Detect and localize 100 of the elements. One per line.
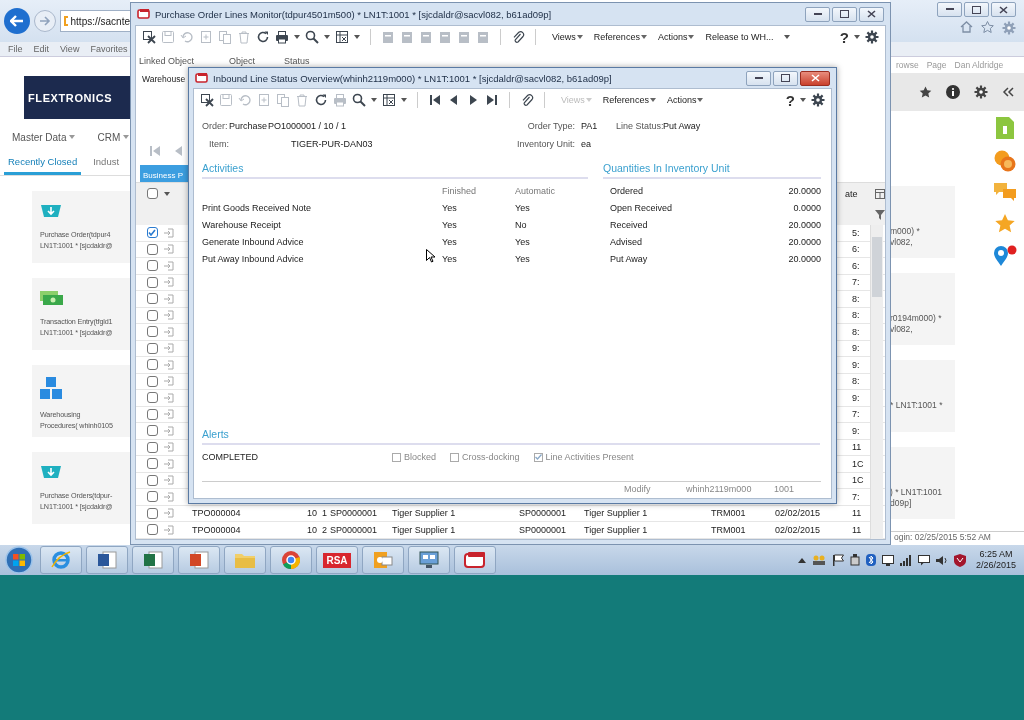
row-checkbox[interactable] [146, 260, 158, 272]
open-record-icon[interactable] [164, 343, 174, 354]
settings-icon[interactable] [811, 93, 825, 107]
row-checkbox[interactable] [146, 524, 158, 536]
open-record-icon[interactable] [164, 442, 174, 453]
bluetooth-icon[interactable] [865, 554, 876, 566]
row-checkbox[interactable] [146, 243, 158, 255]
scrollbar[interactable] [870, 225, 883, 539]
usb-icon[interactable] [849, 554, 860, 566]
row-checkbox[interactable] [146, 375, 158, 387]
recent-card[interactable]: r0194m000) * vl082, [890, 273, 955, 345]
help-button[interactable]: ? [839, 28, 849, 46]
exit-icon[interactable] [142, 30, 156, 44]
recent-card[interactable]: * LN1T:1001 * [890, 360, 955, 432]
info-icon[interactable] [946, 85, 960, 99]
open-record-icon[interactable] [164, 326, 174, 337]
recent-card[interactable]: m000) * vl082, [890, 186, 955, 258]
menu-button[interactable]: Actions [657, 32, 695, 42]
star-icon[interactable] [919, 86, 932, 98]
signal-icon[interactable] [899, 554, 912, 566]
monitor-icon[interactable] [419, 551, 439, 569]
row-checkbox[interactable] [146, 309, 158, 321]
first-record-icon[interactable] [428, 93, 442, 107]
close-button[interactable] [991, 2, 1016, 17]
open-record-icon[interactable] [164, 310, 174, 321]
export-icon[interactable] [335, 30, 349, 44]
browser-icon[interactable] [51, 550, 71, 570]
row-checkbox[interactable] [146, 276, 158, 288]
flag-icon[interactable] [831, 554, 844, 566]
row-checkbox[interactable] [146, 474, 158, 486]
menu-button[interactable]: Actions [666, 95, 704, 105]
tab[interactable]: Recently Closed [4, 153, 82, 175]
menu-button[interactable]: References [602, 95, 656, 105]
clock[interactable]: 6:25 AM 2/26/2015 [975, 549, 1016, 571]
presentation-app-icon[interactable] [189, 550, 209, 570]
start-button[interactable] [4, 545, 34, 575]
minimize-button[interactable] [937, 2, 962, 17]
maximize-button[interactable] [964, 2, 989, 17]
coins-icon[interactable] [993, 150, 1016, 172]
open-record-icon[interactable] [164, 409, 174, 420]
shield-icon[interactable] [953, 553, 966, 567]
chat-icon[interactable] [917, 554, 930, 566]
collapse-icon[interactable] [1002, 87, 1014, 97]
menu-button[interactable]: Release to WH... [705, 32, 774, 42]
row-checkbox[interactable] [146, 326, 158, 338]
spreadsheet-app-icon[interactable] [143, 550, 163, 570]
nav-menu[interactable]: Master Data [12, 129, 76, 145]
row-checkbox[interactable] [146, 507, 158, 519]
last-record-icon[interactable] [485, 93, 499, 107]
menu-item[interactable]: Favorites [90, 44, 128, 54]
menu-item[interactable]: Edit [33, 44, 50, 54]
close-button[interactable] [859, 6, 884, 22]
row-checkbox[interactable] [146, 491, 158, 503]
refresh-icon[interactable] [314, 93, 328, 107]
export-icon[interactable] [382, 93, 396, 107]
exit-icon[interactable] [200, 93, 214, 107]
speaker-icon[interactable] [935, 554, 948, 566]
columns-icon[interactable] [875, 188, 885, 199]
menu-item[interactable]: View [60, 44, 80, 54]
row-checkbox[interactable] [146, 227, 158, 239]
show-hidden-icon[interactable] [797, 557, 806, 563]
open-record-icon[interactable] [164, 524, 174, 535]
attachment-icon[interactable] [511, 30, 525, 44]
open-record-icon[interactable] [164, 376, 174, 387]
search-icon[interactable] [305, 30, 319, 44]
menu-button[interactable]: Views [552, 32, 583, 42]
open-record-icon[interactable] [164, 475, 174, 486]
row-checkbox[interactable] [146, 441, 158, 453]
open-record-icon[interactable] [164, 425, 174, 436]
maximize-button[interactable] [832, 6, 857, 22]
people-icon[interactable] [811, 554, 826, 566]
row-checkbox[interactable] [146, 342, 158, 354]
location-pin-icon[interactable] [992, 245, 1017, 267]
open-record-icon[interactable] [164, 277, 174, 288]
tab[interactable]: Indust [89, 153, 124, 175]
settings-icon[interactable] [865, 30, 879, 44]
filter-icon[interactable] [875, 209, 885, 220]
settings-icon[interactable] [974, 85, 988, 99]
nav-menu[interactable]: CRM [97, 129, 130, 145]
open-record-icon[interactable] [164, 458, 174, 469]
row-checkbox[interactable] [146, 408, 158, 420]
close-button[interactable] [800, 70, 830, 86]
back-button[interactable] [4, 8, 30, 34]
address-field[interactable]: https://sacnte [60, 10, 130, 32]
home-icon[interactable] [960, 21, 973, 33]
row-checkbox[interactable] [146, 425, 158, 437]
attachment-icon[interactable] [520, 93, 534, 107]
row-checkbox[interactable] [146, 458, 158, 470]
open-record-icon[interactable] [164, 392, 174, 403]
checkbox[interactable] [450, 452, 460, 462]
open-record-icon[interactable] [164, 227, 174, 238]
select-all-checkbox[interactable] [146, 188, 158, 199]
star-icon[interactable] [994, 214, 1015, 234]
mail-app-icon[interactable] [373, 550, 393, 570]
open-record-icon[interactable] [164, 491, 174, 502]
help-button[interactable]: ? [785, 91, 795, 109]
open-record-icon[interactable] [164, 508, 174, 519]
row-checkbox[interactable] [146, 359, 158, 371]
open-record-icon[interactable] [164, 260, 174, 271]
menu-item[interactable]: File [8, 44, 23, 54]
